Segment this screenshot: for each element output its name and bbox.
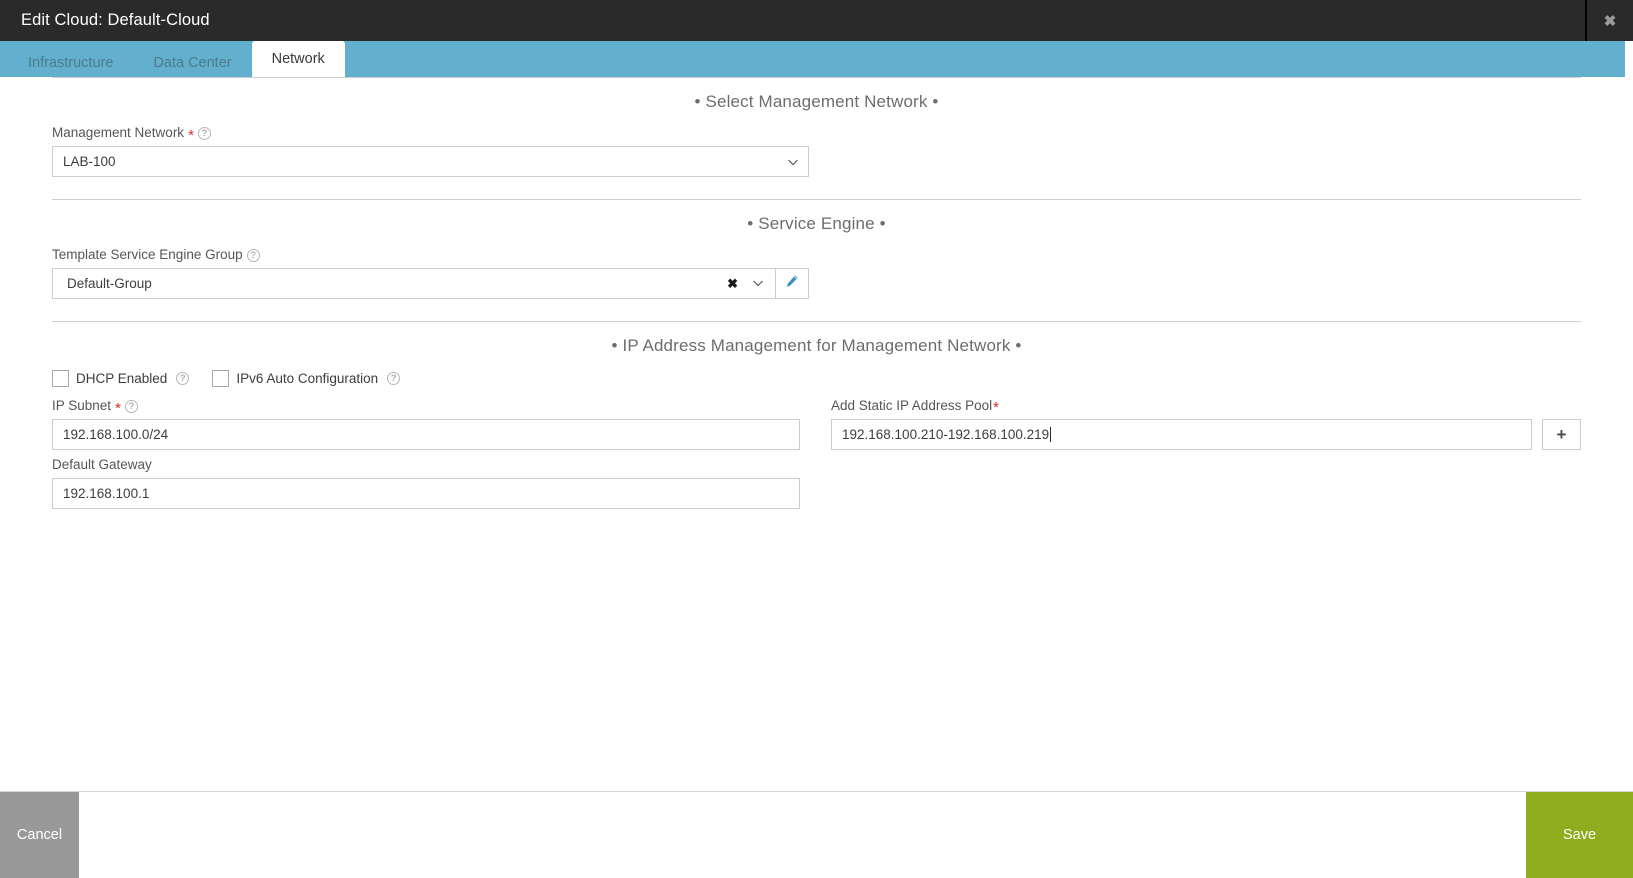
modal-content: • Select Management Network • Management… xyxy=(0,77,1633,791)
footer-spacer xyxy=(79,792,1526,878)
add-ip-pool-button[interactable]: + xyxy=(1542,418,1581,450)
pencil-icon xyxy=(785,274,799,293)
static-ip-pool-value: 192.168.100.210-192.168.100.219 xyxy=(842,426,1050,442)
template-se-group-combo[interactable]: Default-Group ✖ xyxy=(52,267,776,299)
save-button[interactable]: Save xyxy=(1526,792,1633,878)
help-icon[interactable]: ? xyxy=(246,248,260,262)
section-heading-management-network: • Select Management Network • xyxy=(694,92,939,111)
template-se-group-combo-row: Default-Group ✖ xyxy=(52,267,809,299)
ipam-row-gateway: Default Gateway 192.168.100.1 xyxy=(52,456,1581,509)
required-asterisk: * xyxy=(115,399,121,417)
clear-icon[interactable]: ✖ xyxy=(718,277,747,290)
static-ip-pool-group: Add Static IP Address Pool * 192.168.100… xyxy=(831,397,1581,450)
static-ip-pool-inner: Add Static IP Address Pool * 192.168.100… xyxy=(831,397,1532,450)
section-heading-ipam: • IP Address Management for Management N… xyxy=(611,335,1022,355)
section-management-network: • Select Management Network • xyxy=(52,77,1581,115)
modal-footer: Cancel Save xyxy=(0,792,1633,878)
static-ip-pool-label: Add Static IP Address Pool xyxy=(831,397,993,413)
help-icon[interactable]: ? xyxy=(124,399,138,413)
section-ipam: • IP Address Management for Management N… xyxy=(52,320,1581,359)
text-cursor xyxy=(1050,426,1052,442)
chevron-down-icon[interactable] xyxy=(751,277,765,289)
titlebar-main: Edit Cloud: Default-Cloud xyxy=(0,0,1587,41)
help-icon[interactable]: ? xyxy=(176,371,190,385)
ipam-fields: DHCP Enabled ? IPv6 Auto Configuration ?… xyxy=(52,359,1581,509)
service-engine-fields: Template Service Engine Group ? Default-… xyxy=(52,237,1581,299)
required-asterisk: * xyxy=(188,127,194,144)
ip-subnet-label: IP Subnet xyxy=(52,397,112,413)
edit-cloud-modal: Edit Cloud: Default-Cloud ✖ Infrastructu… xyxy=(0,0,1633,878)
ip-subnet-input[interactable]: 192.168.100.0/24 xyxy=(52,418,800,450)
tab-data-center[interactable]: Data Center xyxy=(133,49,251,77)
management-network-value: LAB-100 xyxy=(63,154,116,169)
default-gateway-group: Default Gateway 192.168.100.1 xyxy=(52,456,800,509)
help-icon[interactable]: ? xyxy=(197,127,211,140)
dhcp-enabled-checkbox[interactable] xyxy=(52,369,69,387)
static-ip-pool-label-row: Add Static IP Address Pool * xyxy=(831,397,1532,416)
management-network-select[interactable]: LAB-100 xyxy=(52,146,809,177)
template-se-group-value: Default-Group xyxy=(67,275,152,291)
close-icon[interactable]: ✖ xyxy=(1587,0,1633,41)
ip-subnet-group: IP Subnet * ? 192.168.100.0/24 xyxy=(52,397,800,450)
tab-bar: Infrastructure Data Center Network xyxy=(0,41,1625,77)
cancel-button[interactable]: Cancel xyxy=(0,792,79,878)
default-gateway-label: Default Gateway xyxy=(52,456,152,472)
ipam-row-subnet-pool: IP Subnet * ? 192.168.100.0/24 Add Stati… xyxy=(52,397,1581,450)
required-asterisk: * xyxy=(993,398,999,416)
tab-infrastructure[interactable]: Infrastructure xyxy=(8,49,133,77)
modal-titlebar: Edit Cloud: Default-Cloud ✖ xyxy=(0,0,1633,41)
template-se-group-label: Template Service Engine Group xyxy=(52,247,243,262)
static-ip-pool-input[interactable]: 192.168.100.210-192.168.100.219 xyxy=(831,418,1532,450)
ip-subnet-label-row: IP Subnet * ? xyxy=(52,397,800,417)
management-network-label: Management Network xyxy=(52,125,185,141)
template-se-group-label-row: Template Service Engine Group ? xyxy=(52,247,1581,263)
ipv6-auto-config-checkbox[interactable] xyxy=(212,369,230,387)
section-heading-service-engine: • Service Engine • xyxy=(747,214,886,233)
ipv6-auto-config-item: IPv6 Auto Configuration ? xyxy=(212,369,401,387)
default-gateway-input[interactable]: 192.168.100.1 xyxy=(52,477,800,509)
ipam-checkbox-row: DHCP Enabled ? IPv6 Auto Configuration ? xyxy=(52,369,1581,387)
default-gateway-value: 192.168.100.1 xyxy=(63,485,150,501)
edit-se-group-button[interactable] xyxy=(776,267,809,299)
dhcp-enabled-item: DHCP Enabled ? xyxy=(52,369,190,387)
management-network-label-row: Management Network * ? xyxy=(52,125,1581,144)
ip-subnet-value: 192.168.100.0/24 xyxy=(63,426,169,442)
ipv6-auto-config-label: IPv6 Auto Configuration xyxy=(236,370,379,386)
management-network-select-wrap: LAB-100 xyxy=(52,146,809,177)
dhcp-enabled-label: DHCP Enabled xyxy=(76,370,168,386)
help-icon[interactable]: ? xyxy=(387,371,401,385)
tab-network[interactable]: Network xyxy=(251,41,345,77)
default-gateway-label-row: Default Gateway xyxy=(52,456,800,473)
section-service-engine: • Service Engine • xyxy=(52,199,1581,237)
management-network-fields: Management Network * ? LAB-100 xyxy=(52,115,1581,177)
page-title: Edit Cloud: Default-Cloud xyxy=(21,11,210,30)
